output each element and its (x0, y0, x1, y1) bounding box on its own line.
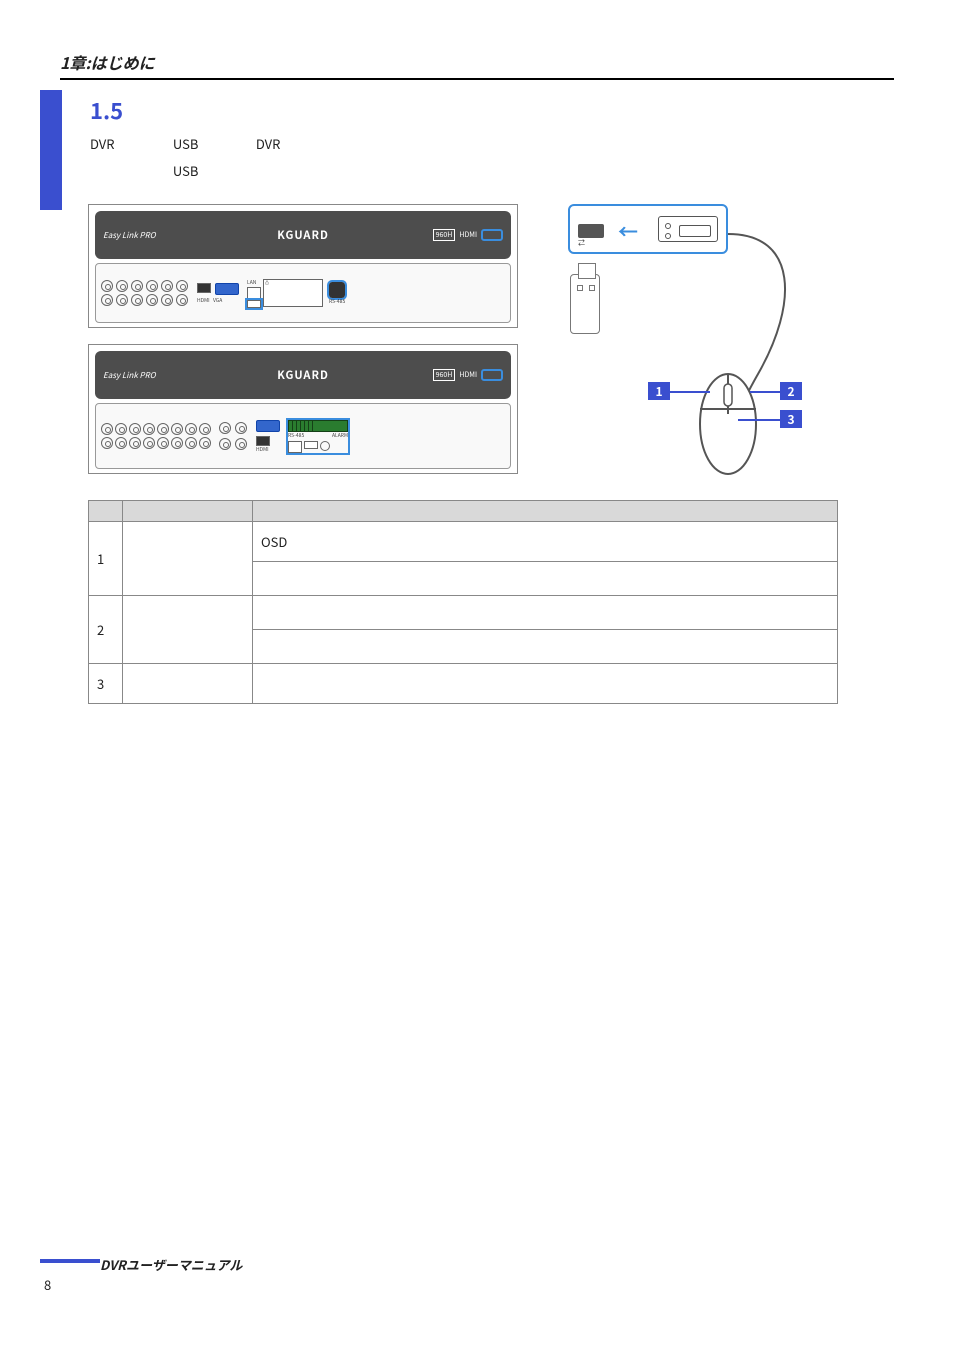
bnc-icon (219, 438, 231, 450)
vga-port-icon (215, 283, 239, 295)
hdmi-label: HDMI (256, 446, 269, 453)
bnc-icon (115, 437, 127, 449)
callout-1: 1 (648, 382, 670, 400)
cell-desc: OSD (253, 522, 838, 562)
device-panel-1: KGUARD Easy Link PRO 960H HDMI (88, 204, 518, 328)
device-rear-1: HDMI VGA LAN ⚠ RS-485 (95, 263, 511, 323)
bnc-icon (101, 437, 113, 449)
bnc-icon (185, 423, 197, 435)
hdmi-port-icon (197, 283, 211, 293)
th-part (123, 501, 253, 522)
alarm-label: ALARM (332, 432, 348, 439)
bnc-icon (235, 422, 247, 434)
bnc-icon (115, 423, 127, 435)
bnc-icon (129, 437, 141, 449)
page-number: 8 (44, 1275, 51, 1294)
lan-port-icon (247, 287, 261, 299)
bnc-icon (129, 423, 141, 435)
device-diagrams: KGUARD Easy Link PRO 960H HDMI (88, 204, 518, 474)
cell-num: 2 (89, 596, 123, 664)
intro-line-1: DVR USB DVR (90, 134, 894, 153)
rs485-label: RS-485 (329, 298, 345, 305)
table-row: 2 (89, 596, 838, 630)
section-accent-bar (40, 90, 62, 210)
bnc-icon (171, 423, 183, 435)
footer-accent-bar (40, 1259, 100, 1263)
lan-port-icon (288, 441, 302, 453)
bnc-icon (116, 294, 128, 306)
cell-desc (253, 596, 838, 630)
device-rear-2: HDMI RS-485 ALARM (95, 403, 511, 469)
bnc-icon (131, 280, 143, 292)
footer-title: DVRユーザーマニュアル (100, 1255, 242, 1274)
bnc-icon (235, 438, 247, 450)
page-footer: DVRユーザーマニュアル 8 (40, 1259, 894, 1284)
section-number: 1.5 (90, 94, 894, 126)
hdmi-label: HDMI (197, 297, 210, 304)
bnc-icon (199, 437, 211, 449)
bnc-icon (176, 280, 188, 292)
mouse-diagram: ← ⇄ (558, 204, 818, 474)
bnc-icon (146, 280, 158, 292)
bnc-icon (143, 437, 155, 449)
cell-part (123, 664, 253, 704)
parts-table: 1 OSD 2 3 (88, 500, 838, 704)
bnc-icon (116, 280, 128, 292)
bnc-icon (199, 423, 211, 435)
bnc-icon (131, 294, 143, 306)
device-front-1: KGUARD Easy Link PRO 960H HDMI (95, 211, 511, 259)
rear-usb-port-icon (247, 300, 261, 308)
cell-desc (253, 562, 838, 596)
power-port-icon (329, 282, 345, 298)
intro-dvr-2: DVR (256, 134, 306, 153)
bnc-icon (219, 422, 231, 434)
bnc-icon (185, 437, 197, 449)
bnc-icon (143, 423, 155, 435)
chapter-header: 1章:はじめに (60, 50, 894, 80)
callout-3: 3 (780, 410, 802, 428)
table-row: 3 (89, 664, 838, 704)
lan-label: LAN (247, 279, 261, 286)
cell-part (123, 522, 253, 596)
intro-dvr: DVR (90, 134, 140, 153)
th-num (89, 501, 123, 522)
bnc-icon (161, 294, 173, 306)
logo-guard: GUARD (285, 227, 328, 243)
table-row: 1 OSD (89, 522, 838, 562)
cell-num: 1 (89, 522, 123, 596)
cell-desc (253, 630, 838, 664)
bnc-icon (176, 294, 188, 306)
device-front-2: KGUARD Easy Link PRO 960H HDMI (95, 351, 511, 399)
warning-box-icon: ⚠ (263, 279, 323, 307)
rear-usb-port-icon (304, 441, 318, 449)
intro-line-2: . USB (90, 161, 894, 180)
bnc-icon (157, 437, 169, 449)
bnc-icon (146, 294, 158, 306)
intro-usb-2: USB (173, 161, 223, 180)
bnc-icon (161, 280, 173, 292)
vga-label: VGA (213, 297, 222, 304)
logo-guard: GUARD (285, 367, 328, 383)
vga-port-icon (256, 420, 280, 432)
power-port-icon (320, 441, 330, 451)
device-panel-2: KGUARD Easy Link PRO 960H HDMI (88, 344, 518, 474)
bnc-icon (101, 294, 113, 306)
bnc-icon (171, 437, 183, 449)
bnc-icon (157, 423, 169, 435)
bnc-icon (101, 423, 113, 435)
cell-part (123, 596, 253, 664)
callout-2: 2 (780, 382, 802, 400)
cell-num: 3 (89, 664, 123, 704)
rs485-label: RS-485 (288, 432, 304, 439)
bnc-icon (101, 280, 113, 292)
hdmi-port-icon (256, 436, 270, 446)
intro-usb: USB (173, 134, 223, 153)
cell-desc (253, 664, 838, 704)
